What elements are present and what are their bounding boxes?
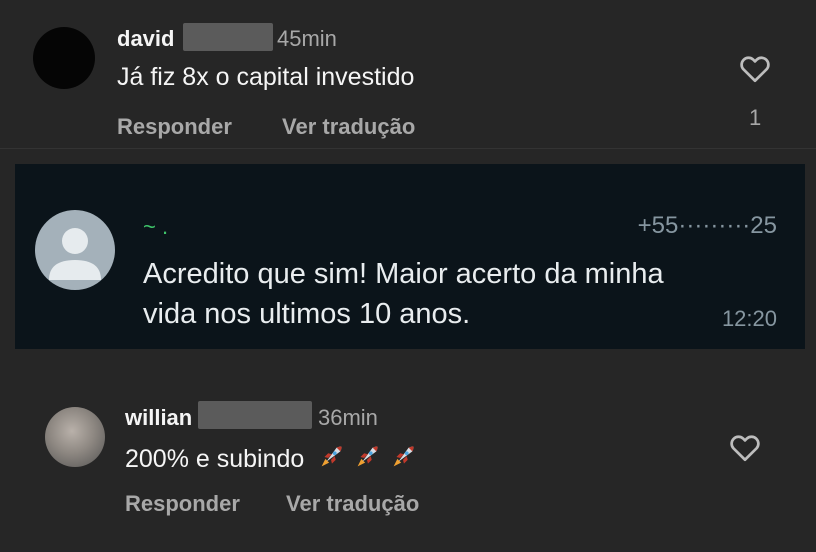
redacted-username-part (198, 401, 312, 429)
rocket-icon (321, 446, 342, 467)
whatsapp-screenshot: ~ . +55·········25 Acredito que sim! Mai… (15, 164, 805, 349)
whatsapp-phone-number: +55·········25 (637, 212, 777, 239)
comment-text-content: 200% e subindo (125, 445, 305, 473)
comment-username[interactable]: david (117, 26, 174, 52)
whatsapp-message: Acredito que sim! Maior acerto da minha … (143, 258, 664, 330)
comment-text: 200% e subindo (125, 442, 418, 474)
default-avatar-icon (35, 210, 115, 290)
avatar[interactable] (45, 407, 105, 467)
comment-username[interactable]: willian (125, 405, 192, 431)
comment-timestamp: 36min (318, 405, 378, 430)
whatsapp-sender-name: ~ . (143, 214, 169, 239)
reply-button[interactable]: Responder (125, 491, 240, 517)
translate-button[interactable]: Ver tradução (286, 491, 419, 517)
rocket-icon (393, 446, 414, 467)
heart-outline-icon[interactable] (737, 50, 773, 86)
redacted-username-part (183, 23, 273, 51)
comment-timestamp: 45min (277, 26, 337, 51)
translate-button[interactable]: Ver tradução (282, 114, 415, 140)
like-count: 1 (749, 105, 762, 130)
divider (0, 148, 816, 149)
comment-text: Já fiz 8x o capital investido (117, 63, 415, 91)
avatar[interactable] (33, 27, 95, 89)
rocket-icon (357, 446, 378, 467)
whatsapp-timestamp: 12:20 (721, 306, 777, 331)
heart-outline-icon[interactable] (727, 429, 763, 465)
reply-button[interactable]: Responder (117, 114, 232, 140)
